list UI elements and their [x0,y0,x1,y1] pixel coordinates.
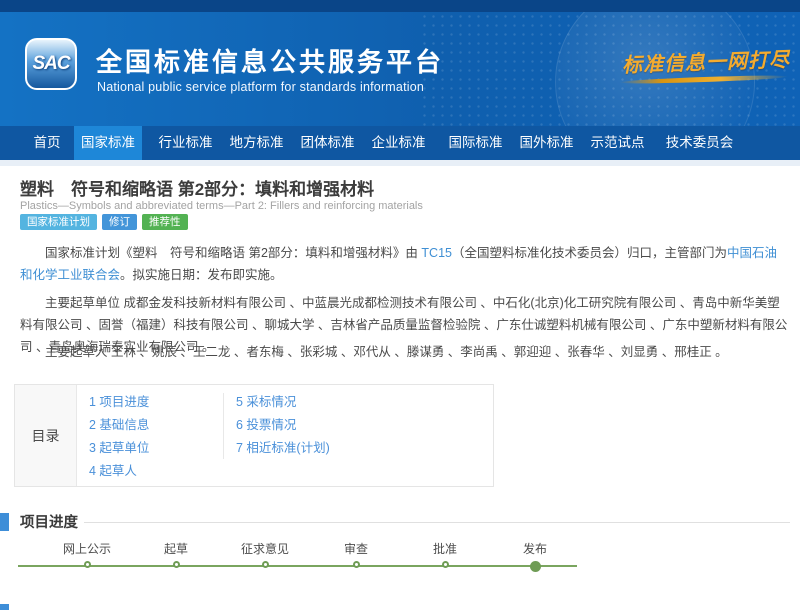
intro-suffix: 。拟实施日期：发布即实施。 [120,268,283,282]
sac-logo[interactable]: SAC [25,38,77,90]
next-section-marker [0,604,9,610]
section-marker [0,513,9,531]
toc-label: 目录 [15,385,77,486]
timeline-step-online-publicity: 网上公示 [42,540,132,568]
toc-item-adoption-status: 5 采标情况 [236,391,330,414]
nav-item-foreign-standards[interactable]: 国外标准 [511,126,582,160]
toc-item-drafting-units: 3 起草单位 [89,437,149,460]
drafting-units-label: 主要起草单位 [45,296,120,310]
standard-title-cn: 塑料 符号和缩略语 第2部分：填料和增强材料 [20,175,374,200]
toc-item-drafters: 4 起草人 [89,460,149,483]
drafters-paragraph: 主要起草人 王林 、姚辰 、王二龙 、者东梅 、张彩城 、邓代从 、滕谋勇 、李… [20,341,788,363]
timeline-dot-hollow [84,561,91,568]
timeline-dot-hollow [173,561,180,568]
page: SAC 全国标准信息公共服务平台 National public service… [0,0,800,610]
toc-box: 目录 1 项目进度 2 基础信息 3 起草单位 4 起草人 5 采标情况 6 投… [14,384,494,487]
header-slogan: 标准信息一网打尽 [622,43,793,78]
toc-item-basic-info: 2 基础信息 [89,414,149,437]
top-strip [0,0,800,12]
toc-column-1: 1 项目进度 2 基础信息 3 起草单位 4 起草人 [89,391,149,483]
timeline-step-publication: 发布 [490,540,580,572]
intro-mid: （全国塑料标准化技术委员会）归口，主管部门为 [452,246,727,260]
drafters-text: 王林 、姚辰 、王二龙 、者东梅 、张彩城 、邓代从 、滕谋勇 、李尚禹 、郭迎… [108,345,728,359]
timeline-dot-hollow [353,561,360,568]
timeline-step-approval: 批准 [400,540,490,568]
nav-item-international-standards[interactable]: 国际标准 [440,126,511,160]
nav-item-technical-committee[interactable]: 技术委员会 [653,126,746,160]
toc-item-project-progress: 1 项目进度 [89,391,149,414]
nav-item-group-standards[interactable]: 团体标准 [292,126,363,160]
timeline-dot-hollow [262,561,269,568]
timeline-dot-filled [530,561,541,572]
badge-national-plan: 国家标准计划 [20,214,97,230]
toc-column-2: 5 采标情况 6 投票情况 7 相近标准(计划) [236,391,330,460]
section-rule [84,522,790,523]
nav-bottom-band [0,160,800,166]
timeline-step-drafting: 起草 [131,540,221,568]
intro-prefix: 国家标准计划《塑料 符号和缩略语 第2部分：填料和增强材料》由 [45,246,421,260]
standard-title-en: Plastics—Symbols and abbreviated terms—P… [20,200,423,212]
toc-item-voting-status: 6 投票情况 [236,414,330,437]
site-subtitle: National public service platform for sta… [97,80,424,94]
toc-column-divider [223,393,224,459]
section-title-project-progress: 项目进度 [20,511,78,532]
toc-item-similar-standards: 7 相近标准(计划) [236,437,330,460]
timeline-step-review: 审查 [311,540,401,568]
timeline-step-soliciting-opinions: 征求意见 [220,540,310,568]
nav-item-demonstration-pilot[interactable]: 示范试点 [582,126,653,160]
main-nav: 首页 国家标准 行业标准 地方标准 团体标准 企业标准 国际标准 国外标准 示范… [0,126,800,160]
progress-timeline: 网上公示 起草 征求意见 审查 批准 发布 [0,540,800,590]
nav-item-home[interactable]: 首页 [20,126,74,160]
nav-item-national-standards[interactable]: 国家标准 [74,126,142,160]
tc15-link[interactable]: TC15 [421,246,452,260]
nav-item-enterprise-standards[interactable]: 企业标准 [363,126,434,160]
intro-paragraph: 国家标准计划《塑料 符号和缩略语 第2部分：填料和增强材料》由 TC15（全国塑… [20,242,788,286]
badge-revision: 修订 [102,214,137,230]
nav-item-industry-standards[interactable]: 行业标准 [150,126,221,160]
badge-recommended: 推荐性 [142,214,188,230]
sac-logo-text: SAC [32,53,69,75]
nav-item-local-standards[interactable]: 地方标准 [221,126,292,160]
site-title: 全国标准信息公共服务平台 [96,42,444,79]
timeline-dot-hollow [442,561,449,568]
badge-row: 国家标准计划 修订 推荐性 [20,214,188,230]
drafters-label: 主要起草人 [45,345,108,359]
